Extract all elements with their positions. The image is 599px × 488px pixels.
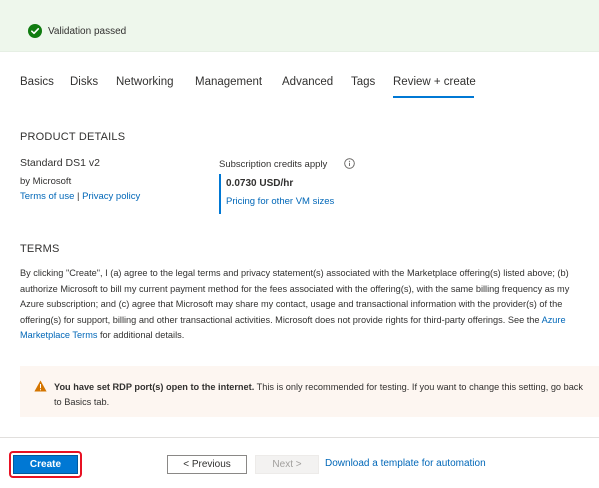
next-button: Next >	[255, 455, 319, 474]
privacy-policy-link[interactable]: Privacy policy	[82, 191, 140, 202]
tab-tags[interactable]: Tags	[351, 76, 375, 88]
terms-text: By clicking "Create", I (a) agree to the…	[20, 268, 570, 325]
product-details-heading: PRODUCT DETAILS	[20, 131, 126, 143]
tab-review-create[interactable]: Review + create	[393, 76, 476, 88]
tab-management[interactable]: Management	[195, 76, 262, 88]
download-template-link[interactable]: Download a template for automation	[325, 458, 486, 469]
link-separator: |	[77, 191, 80, 202]
rdp-warning-bold: You have set RDP port(s) open to the int…	[54, 382, 255, 392]
product-name: Standard DS1 v2	[20, 157, 100, 169]
create-button[interactable]: Create	[13, 455, 78, 474]
price-value: 0.0730 USD/hr	[226, 178, 294, 189]
publisher-text: by Microsoft	[20, 176, 72, 187]
product-links: Terms of use | Privacy policy	[20, 191, 140, 202]
terms-of-use-link[interactable]: Terms of use	[20, 191, 74, 202]
pricing-other-sizes-link[interactable]: Pricing for other VM sizes	[226, 196, 334, 207]
price-accent-bar	[219, 174, 221, 214]
terms-text-end: for additional details.	[97, 330, 185, 340]
tab-advanced[interactable]: Advanced	[282, 76, 333, 88]
terms-heading: TERMS	[20, 243, 60, 255]
credits-label: Subscription credits apply	[219, 159, 328, 170]
tab-disks[interactable]: Disks	[70, 76, 98, 88]
validation-status-text: Validation passed	[48, 26, 127, 37]
footer-divider	[0, 437, 599, 438]
tab-networking[interactable]: Networking	[116, 76, 174, 88]
previous-button[interactable]: < Previous	[167, 455, 247, 474]
tab-basics[interactable]: Basics	[20, 76, 54, 88]
warning-icon	[34, 380, 47, 392]
info-icon[interactable]	[344, 158, 355, 169]
check-circle-icon	[28, 24, 42, 38]
terms-paragraph: By clicking "Create", I (a) agree to the…	[20, 266, 590, 344]
rdp-warning-text: You have set RDP port(s) open to the int…	[54, 380, 584, 409]
selected-tab-indicator	[393, 96, 474, 98]
